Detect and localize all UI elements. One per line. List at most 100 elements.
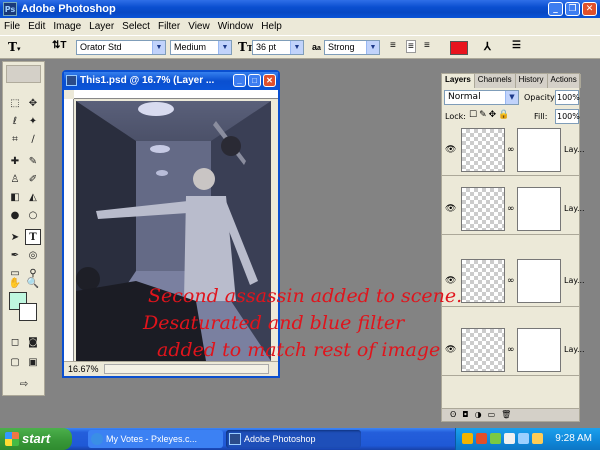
document-title-bar[interactable]: This1.psd @ 16.7% (Layer ... _ □ ✕	[64, 72, 278, 90]
layer-action-icons[interactable]: ʘ◘◑▭🗑	[450, 410, 517, 419]
tab-actions[interactable]: Actions	[548, 74, 581, 88]
screen-mode-full-icon[interactable]: ▣	[25, 354, 41, 370]
tab-layers[interactable]: Layers	[442, 74, 475, 88]
warp-text-icon[interactable]: ⅄	[484, 40, 491, 53]
close-button[interactable]: ✕	[582, 2, 597, 16]
dodge-tool-icon[interactable]: ○	[25, 207, 41, 223]
palettes-icon[interactable]: ☰	[512, 40, 521, 51]
eye-icon[interactable]: 👁	[445, 145, 456, 155]
palette-tabs: Layers Channels History Actions	[442, 74, 581, 88]
text-color-swatch[interactable]	[450, 41, 468, 55]
font-family-value: Orator Std	[80, 42, 122, 52]
menu-filter[interactable]: Filter	[154, 21, 184, 32]
magic-wand-tool-icon[interactable]: ✦	[25, 113, 41, 129]
layer-name[interactable]: Lay...	[564, 204, 585, 213]
vertical-ruler	[64, 99, 74, 361]
font-size-select[interactable]: 36 pt ▼	[252, 40, 304, 55]
taskbar-item-photoshop[interactable]: Adobe Photoshop	[226, 430, 361, 448]
menu-file[interactable]: File	[0, 21, 24, 32]
layer-mask-thumbnail[interactable]	[517, 187, 561, 231]
blur-tool-icon[interactable]: ●	[7, 207, 23, 223]
move-tool-icon[interactable]: ✥	[25, 95, 41, 111]
marquee-tool-icon[interactable]: ⬚	[7, 95, 23, 111]
menu-layer[interactable]: Layer	[85, 21, 118, 32]
pen-tool-icon[interactable]: ✒	[7, 247, 23, 263]
brush-tool-icon[interactable]: ✎	[25, 153, 41, 169]
jump-to-imageready-icon[interactable]: ⇨	[13, 376, 35, 392]
tray-icon-4[interactable]	[504, 433, 515, 444]
photoshop-app-icon: Ps	[3, 2, 17, 16]
type-tool-icon[interactable]: T	[25, 229, 41, 245]
restore-button[interactable]: ❐	[565, 2, 580, 16]
minimize-button[interactable]: _	[548, 2, 563, 16]
tab-channels[interactable]: Channels	[475, 74, 516, 88]
eye-icon[interactable]: 👁	[445, 204, 456, 214]
layer-name[interactable]: Lay...	[564, 345, 585, 354]
menu-window[interactable]: Window	[214, 21, 258, 32]
path-selection-tool-icon[interactable]: ➤	[7, 229, 23, 245]
menu-select[interactable]: Select	[118, 21, 154, 32]
menu-edit[interactable]: Edit	[24, 21, 49, 32]
chain-link-icon[interactable]: ∞	[507, 145, 515, 155]
layer-row[interactable]: 👁 ∞ Lay...	[442, 184, 585, 235]
text-orientation-icon[interactable]: ⇅T	[52, 40, 67, 51]
screen-mode-standard-icon[interactable]: ▢	[7, 354, 23, 370]
tray-icon-6[interactable]	[532, 433, 543, 444]
annotation-line-2: Desaturated and blue filter	[143, 312, 405, 334]
chain-link-icon[interactable]: ∞	[507, 204, 515, 214]
align-right-icon[interactable]: ≡	[424, 40, 430, 51]
eraser-tool-icon[interactable]: ◧	[7, 189, 23, 205]
doc-close-button[interactable]: ✕	[263, 74, 276, 87]
layer-row[interactable]: 👁 ∞ Lay...	[442, 125, 585, 176]
layer-mask-thumbnail[interactable]	[517, 128, 561, 172]
align-center-icon[interactable]: ≡	[406, 40, 416, 53]
shape-tool-icon[interactable]: ◎	[25, 247, 41, 263]
tray-icon-1[interactable]	[462, 433, 473, 444]
taskbar-item-browser[interactable]: My Votes - Pxleyes.c...	[88, 430, 223, 448]
tray-icon-2[interactable]	[476, 433, 487, 444]
system-tray: 9:28 AM	[455, 428, 600, 450]
horizontal-scrollbar[interactable]	[104, 364, 269, 374]
align-left-icon[interactable]: ≡	[390, 40, 396, 51]
tab-history[interactable]: History	[516, 74, 548, 88]
layer-name[interactable]: Lay...	[564, 276, 585, 285]
menu-image[interactable]: Image	[49, 21, 85, 32]
quick-mask-icon[interactable]: ◙	[25, 334, 41, 350]
paint-bucket-tool-icon[interactable]: ◭	[25, 189, 41, 205]
blend-mode-select[interactable]: Normal ▼	[444, 90, 519, 105]
healing-brush-tool-icon[interactable]: ✚	[7, 153, 23, 169]
tray-icon-3[interactable]	[490, 433, 501, 444]
fill-label: Fill:	[534, 112, 548, 121]
font-family-select[interactable]: Orator Std ▼	[76, 40, 166, 55]
menu-help[interactable]: Help	[257, 21, 286, 32]
tray-icon-5[interactable]	[518, 433, 529, 444]
crop-tool-icon[interactable]: ⌗	[7, 131, 23, 147]
zoom-level[interactable]: 16.67%	[68, 364, 99, 374]
zoom-tool-icon[interactable]: 🔍	[25, 275, 41, 291]
background-color-swatch[interactable]	[19, 303, 37, 321]
clock[interactable]: 9:28 AM	[555, 428, 592, 450]
annotation-text: Second assassin added to scene. Desatura…	[143, 283, 563, 364]
fill-input[interactable]: 100%	[555, 109, 580, 124]
start-button[interactable]: start	[0, 428, 72, 450]
lock-icons[interactable]: ☐✎✥🔒	[469, 110, 511, 120]
slice-tool-icon[interactable]: ∕	[25, 131, 41, 147]
lasso-tool-icon[interactable]: ℓ	[7, 113, 23, 129]
document-title: This1.psd @ 16.7% (Layer ...	[80, 75, 215, 86]
font-size-value: 36 pt	[256, 42, 277, 52]
antialias-select[interactable]: Strong ▼	[324, 40, 380, 55]
fill-value: 100%	[557, 112, 580, 121]
type-tool-preset-icon[interactable]: T▾	[8, 40, 20, 54]
opacity-input[interactable]: 100%	[555, 90, 580, 105]
history-brush-tool-icon[interactable]: ✐	[25, 171, 41, 187]
menu-view[interactable]: View	[184, 21, 214, 32]
standard-mode-icon[interactable]: ◻	[7, 334, 23, 350]
annotation-line-1: Second assassin added to scene.	[148, 285, 463, 307]
doc-minimize-button[interactable]: _	[233, 74, 246, 87]
hand-tool-icon[interactable]: ✋	[7, 275, 23, 291]
layer-name[interactable]: Lay...	[564, 145, 585, 154]
font-style-select[interactable]: Medium ▼	[170, 40, 232, 55]
doc-maximize-button[interactable]: □	[248, 74, 261, 87]
clone-stamp-tool-icon[interactable]: ♙	[7, 171, 23, 187]
chevron-down-icon: ▼	[152, 41, 165, 54]
